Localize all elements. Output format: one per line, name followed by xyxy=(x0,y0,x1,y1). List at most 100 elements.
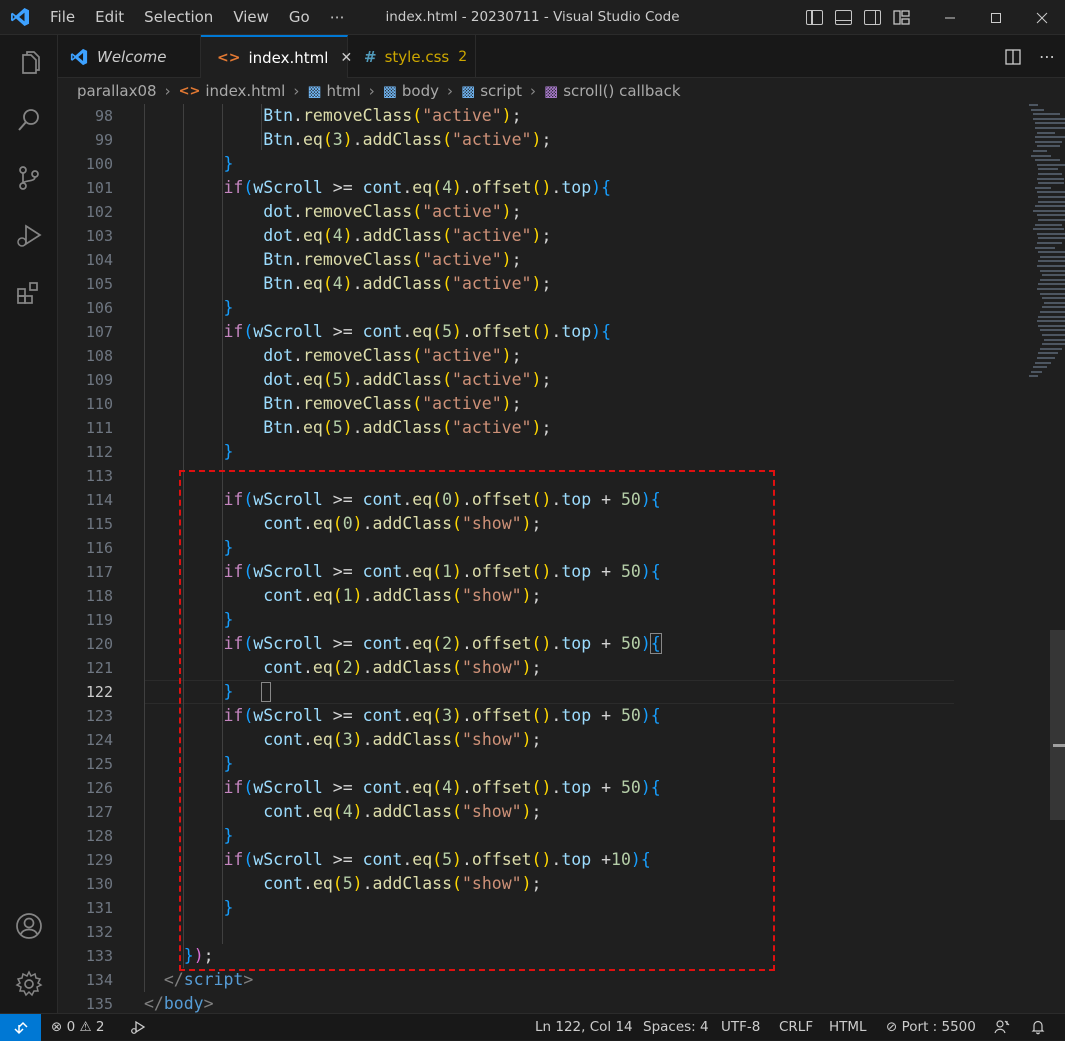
minimap-line xyxy=(1038,196,1065,198)
breadcrumb-file[interactable]: index.html xyxy=(205,82,285,100)
minimap-line xyxy=(1038,200,1065,203)
minimap-line xyxy=(1038,168,1059,171)
tab-style-css-label: style.css xyxy=(384,47,450,66)
run-debug-icon xyxy=(17,224,42,247)
function-cube-icon: ▩ xyxy=(544,82,559,100)
run-debug-button[interactable] xyxy=(0,212,58,260)
source-control-button[interactable] xyxy=(0,154,58,202)
minimap-line xyxy=(1038,173,1062,175)
breadcrumb-html[interactable]: html xyxy=(327,82,361,100)
minimap-line xyxy=(1033,228,1064,231)
tab-index-html[interactable]: <> index.html ✕ xyxy=(201,35,352,78)
language-mode[interactable]: HTML xyxy=(829,1014,867,1040)
minimap-line xyxy=(1040,255,1065,258)
breadcrumb-body[interactable]: body xyxy=(402,82,439,100)
minimap-line xyxy=(1033,366,1048,369)
more-actions-icon[interactable]: ⋯ xyxy=(1039,47,1055,66)
minimap-line xyxy=(1038,237,1065,240)
line-number: 121 xyxy=(85,659,113,677)
remote-indicator-button[interactable] xyxy=(0,1014,41,1041)
window-controls xyxy=(927,0,1065,35)
code-line: dot.removeClass("active"); xyxy=(263,202,522,221)
html-file-icon: <> xyxy=(178,83,201,99)
toggle-panel-icon[interactable] xyxy=(835,10,852,25)
line-number: 119 xyxy=(85,611,113,629)
toggle-primary-sidebar-icon[interactable] xyxy=(806,10,823,25)
feedback-icon[interactable] xyxy=(994,1014,1010,1040)
maximize-button[interactable] xyxy=(973,0,1019,35)
live-server-port[interactable]: ⊘ Port : 5500 xyxy=(886,1014,976,1040)
eol-setting[interactable]: CRLF xyxy=(779,1014,813,1040)
menu-file[interactable]: File xyxy=(40,0,85,35)
debug-status-icon[interactable] xyxy=(130,1014,146,1040)
toggle-secondary-sidebar-icon[interactable] xyxy=(864,10,881,25)
symbol-icon: ▩ xyxy=(307,82,322,100)
minimap-line xyxy=(1038,283,1065,286)
layout-controls xyxy=(806,0,910,35)
minimap[interactable] xyxy=(958,104,1065,404)
breadcrumb-script[interactable]: script xyxy=(480,82,522,100)
line-number: 129 xyxy=(85,851,113,869)
indentation-setting[interactable]: Spaces: 4 xyxy=(643,1014,709,1040)
minimap-line xyxy=(1038,260,1065,263)
breadcrumb-callback[interactable]: scroll() callback xyxy=(563,82,680,100)
chevron-right-icon: › xyxy=(530,82,537,100)
warning-count: 2 xyxy=(95,1019,105,1035)
line-number: 133 xyxy=(85,947,113,965)
tab-welcome[interactable]: Welcome xyxy=(58,35,201,78)
cursor-position[interactable]: Ln 122, Col 14 xyxy=(535,1014,633,1040)
minimap-line xyxy=(1036,214,1065,217)
line-number: 114 xyxy=(85,491,113,509)
extensions-button[interactable] xyxy=(0,270,58,318)
vscode-logo-icon xyxy=(70,48,88,65)
close-window-button[interactable] xyxy=(1019,0,1065,35)
tab-style-css[interactable]: # style.css 2 xyxy=(348,35,476,78)
minimap-line xyxy=(1034,159,1060,162)
breadcrumb-folder[interactable]: parallax08 xyxy=(77,82,157,100)
minimap-line xyxy=(1042,343,1065,346)
minimize-button[interactable] xyxy=(927,0,973,35)
minimap-line xyxy=(1034,223,1062,226)
line-number: 99 xyxy=(94,131,113,149)
problems-indicator[interactable]: ⊗ 0 ⚠ 2 xyxy=(51,1014,105,1040)
code-line: dot.eq(5).addClass("active"); xyxy=(263,370,552,389)
menu-selection[interactable]: Selection xyxy=(134,0,223,35)
line-number: 124 xyxy=(85,731,113,749)
encoding-setting[interactable]: UTF-8 xyxy=(721,1014,760,1040)
code-line: </script> xyxy=(163,970,254,989)
menu-go[interactable]: Go xyxy=(279,0,320,35)
split-editor-icon[interactable] xyxy=(1005,48,1021,65)
notifications-bell-icon[interactable] xyxy=(1030,1014,1046,1040)
breadcrumb: parallax08 › <> index.html › ▩ html › ▩ body › … xyxy=(58,78,1065,104)
minimap-line xyxy=(1042,297,1065,300)
activity-bar xyxy=(0,35,58,1013)
problem-count-badge: 2 xyxy=(458,48,468,65)
minimap-line xyxy=(1038,219,1065,221)
minimap-line xyxy=(1038,324,1065,327)
tab-actions: ⋯ xyxy=(1005,35,1055,78)
vscode-logo-icon xyxy=(11,8,29,26)
line-number: 118 xyxy=(85,587,113,605)
minimap-line xyxy=(1034,140,1062,143)
menu-more[interactable]: ⋯ xyxy=(320,0,355,35)
minimap-line xyxy=(1029,375,1039,378)
menu-edit[interactable]: Edit xyxy=(85,0,134,35)
line-number: 108 xyxy=(85,347,113,365)
minimap-line xyxy=(1029,104,1039,106)
manage-button[interactable] xyxy=(0,960,58,1008)
error-icon: ⊗ xyxy=(51,1019,63,1035)
code-editor[interactable]: 98 99 100 101 102 103 104 105 106 107 108 109 110 111… xyxy=(58,104,1065,1013)
minimap-line xyxy=(1040,329,1065,332)
explorer-button[interactable] xyxy=(0,40,58,88)
minimap-line xyxy=(1031,370,1042,373)
line-number: 102 xyxy=(85,203,113,221)
menu-view[interactable]: View xyxy=(223,0,279,35)
code-line: } xyxy=(223,154,234,173)
minimap-line xyxy=(1038,251,1065,254)
customize-layout-icon[interactable] xyxy=(893,10,910,25)
vertical-scrollbar-thumb[interactable] xyxy=(1050,630,1065,820)
search-button[interactable] xyxy=(0,96,58,144)
accounts-button[interactable] xyxy=(0,902,58,950)
